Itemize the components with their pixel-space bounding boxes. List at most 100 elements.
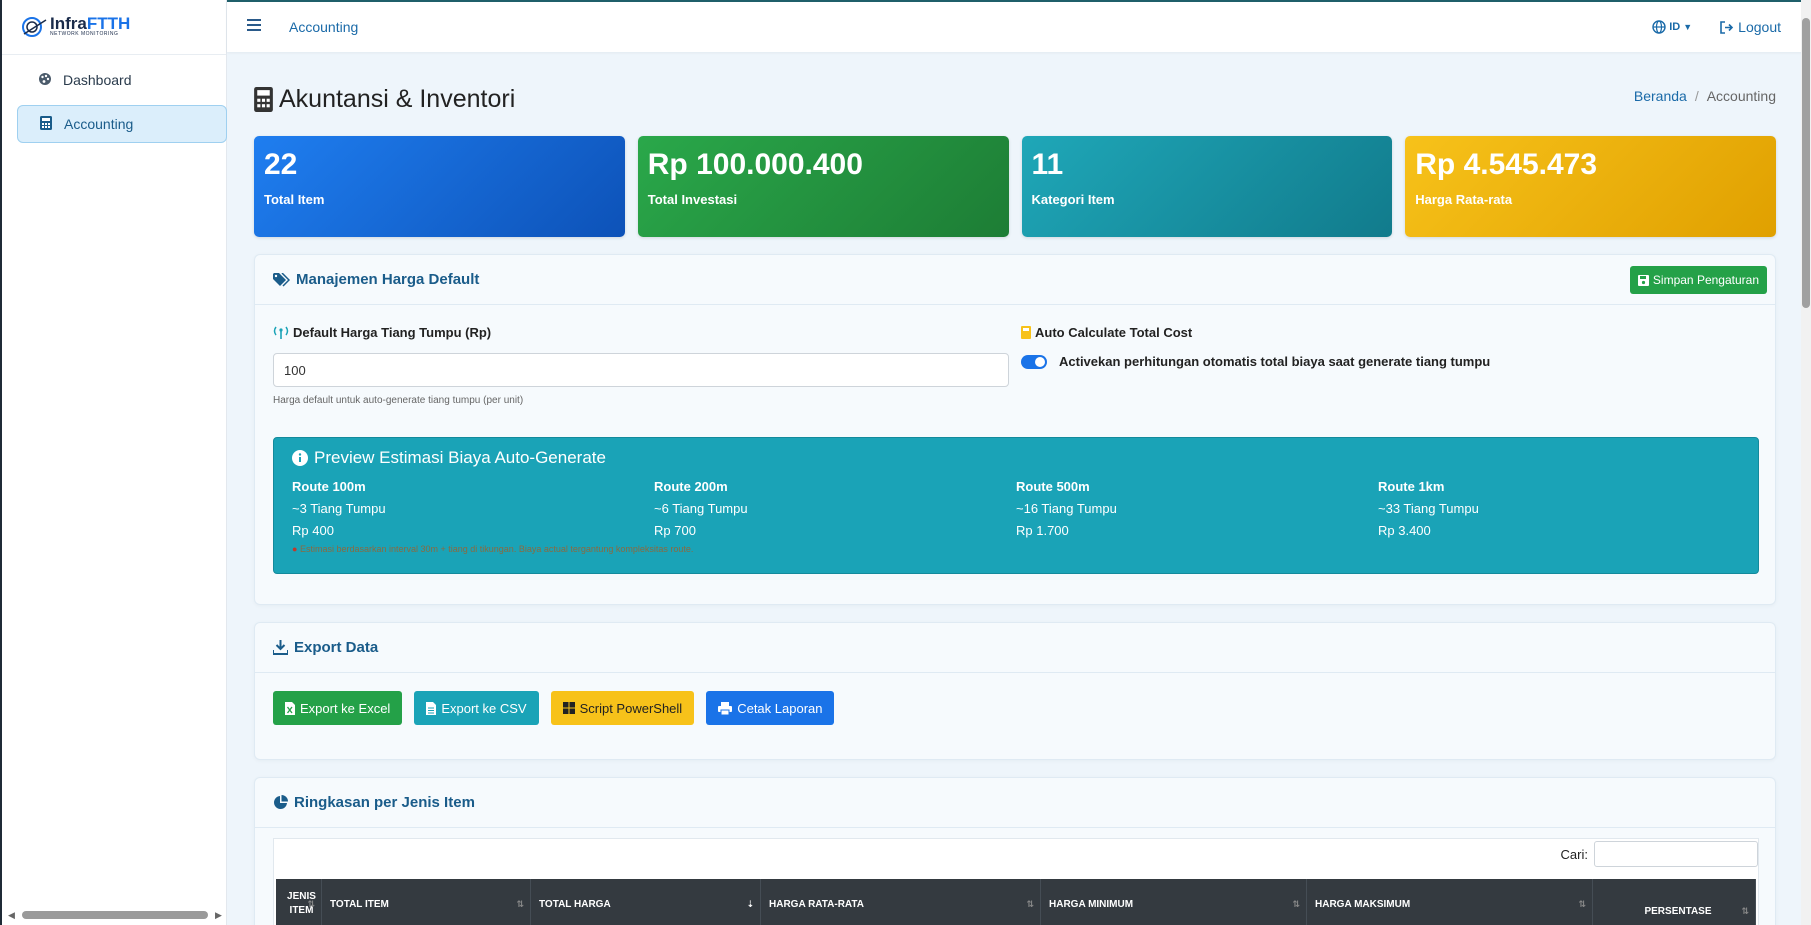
breadcrumb-current: Accounting <box>1706 88 1776 104</box>
card-title: Manajemen Harga Default <box>296 271 480 288</box>
sidebar: InfraFTTH NETWORK MONITORING Dashboard A… <box>0 0 227 925</box>
calculator-icon <box>38 115 54 133</box>
sort-icon: ⇅ <box>307 899 315 909</box>
save-settings-label: Simpan Pengaturan <box>1652 273 1759 287</box>
scrollbar-thumb[interactable] <box>1802 18 1810 308</box>
search-input[interactable] <box>1594 841 1758 867</box>
download-icon <box>273 640 288 655</box>
brand-logo[interactable]: InfraFTTH NETWORK MONITORING <box>2 0 226 55</box>
table-search: Cari: <box>1561 841 1758 867</box>
topbar: Accounting ID ▼ Logout <box>227 0 1811 52</box>
breadcrumb-home-link[interactable]: Beranda <box>1634 88 1687 104</box>
scroll-right-arrow-icon[interactable]: ▶ <box>215 910 222 921</box>
pricing-card-header: Manajemen Harga Default <box>255 255 1775 305</box>
powershell-script-label: Script PowerShell <box>579 700 683 716</box>
column-header-jenis-item[interactable]: JENIS ITEM ⇅ <box>276 879 322 925</box>
calculator-icon <box>254 87 273 112</box>
column-header-label: TOTAL HARGA <box>539 898 611 910</box>
sidebar-item-label: Accounting <box>64 116 134 132</box>
preview-note: ● Estimasi berdasarkan interval 30m + ti… <box>292 544 1740 554</box>
route-estimate-1km: Route 1km ~33 Tiang Tumpu Rp 3.400 <box>1378 476 1740 542</box>
breadcrumb: Beranda / Accounting <box>1634 88 1776 104</box>
language-dropdown[interactable]: ID ▼ <box>1652 20 1692 34</box>
stat-card-total-item: 22 Total Item <box>254 136 625 237</box>
column-header-harga-minimum[interactable]: HARGA MINIMUM ⇅ <box>1041 879 1307 925</box>
route-poles: ~33 Tiang Tumpu <box>1378 501 1479 516</box>
stat-value: 11 <box>1031 148 1064 181</box>
column-header-total-harga[interactable]: TOTAL HARGA ⇣ <box>531 879 761 925</box>
auto-calc-toggle-label: Activekan perhitungan otomatis total bia… <box>1059 354 1491 369</box>
sidebar-item-dashboard[interactable]: Dashboard <box>17 61 227 99</box>
export-csv-label: Export ke CSV <box>441 700 527 716</box>
route-name: Route 100m <box>292 479 366 494</box>
page-title-text: Akuntansi & Inventori <box>279 85 516 113</box>
cost-preview-panel: Preview Estimasi Biaya Auto-Generate Rou… <box>273 437 1759 574</box>
table-header-row: JENIS ITEM ⇅ TOTAL ITEM ⇅ TOTAL HARGA ⇣ HAR… <box>276 879 1756 925</box>
breadcrumb-separator: / <box>1694 88 1699 104</box>
hamburger-menu-icon[interactable] <box>247 18 265 36</box>
preview-note-text: Estimasi berdasarkan interval 30m + tian… <box>299 544 694 554</box>
sign-out-icon <box>1720 20 1734 34</box>
save-settings-button[interactable]: Simpan Pengaturan <box>1629 266 1767 294</box>
sort-desc-icon: ⇣ <box>746 898 754 909</box>
print-report-button[interactable]: Cetak Laporan <box>706 691 835 725</box>
route-cost: Rp 3.400 <box>1378 523 1431 538</box>
default-price-input[interactable]: 100 <box>273 353 1009 387</box>
stat-label: Harga Rata-rata <box>1415 192 1513 207</box>
sidebar-item-accounting[interactable]: Accounting <box>17 105 227 143</box>
scroll-left-arrow-icon[interactable]: ◀ <box>8 910 15 921</box>
sort-icon: ⇅ <box>516 898 524 909</box>
default-price-value: 100 <box>284 362 306 378</box>
column-header-label: HARGA MAKSIMUM <box>1315 898 1411 910</box>
auto-calc-label: Auto Calculate Total Cost <box>1021 325 1192 340</box>
column-header-persentase[interactable]: PERSENTASE ⇅ <box>1593 879 1756 925</box>
pricing-card: Manajemen Harga Default Simpan Pengatura… <box>254 254 1776 605</box>
route-estimate-100m: Route 100m ~3 Tiang Tumpu Rp 400 <box>292 476 654 542</box>
stat-value: Rp 4.545.473 <box>1415 148 1598 181</box>
chart-pie-icon <box>274 795 288 809</box>
export-excel-label: Export ke Excel <box>300 700 391 716</box>
sort-icon: ⇅ <box>1292 898 1300 909</box>
sort-icon: ⇅ <box>1741 905 1749 916</box>
main-content: Akuntansi & Inventori Beranda / Accounting… <box>254 52 1776 925</box>
preview-title: Preview Estimasi Biaya Auto-Generate <box>292 448 1740 468</box>
topbar-title-link[interactable]: Accounting <box>289 19 358 35</box>
column-header-label: HARGA RATA-RATA <box>769 898 864 910</box>
route-poles: ~3 Tiang Tumpu <box>292 501 386 516</box>
route-cost: Rp 700 <box>654 523 696 538</box>
stat-value: Rp 100.000.400 <box>647 148 863 181</box>
route-poles: ~6 Tiang Tumpu <box>654 501 748 516</box>
auto-calc-toggle[interactable] <box>1021 354 1047 369</box>
stat-label: Kategori Item <box>1031 192 1115 207</box>
print-report-label: Cetak Laporan <box>737 700 823 716</box>
stat-card-kategori-item: 11 Kategori Item <box>1021 136 1393 237</box>
export-card: Export Data Export ke Excel Export ke CS… <box>254 622 1776 760</box>
column-header-harga-rata-rata[interactable]: HARGA RATA-RATA ⇅ <box>761 879 1041 925</box>
preview-title-text: Preview Estimasi Biaya Auto-Generate <box>314 448 606 467</box>
route-name: Route 1km <box>1378 479 1445 494</box>
broadcast-tower-icon <box>273 326 289 339</box>
column-header-label: PERSENTASE <box>1644 905 1712 917</box>
page-vertical-scrollbar[interactable] <box>1801 0 1811 925</box>
search-label: Cari: <box>1560 846 1588 862</box>
print-icon <box>718 701 733 715</box>
floppy-disk-icon <box>1637 274 1649 286</box>
sidebar-horizontal-scrollbar[interactable] <box>22 911 208 919</box>
column-header-harga-maksimum[interactable]: HARGA MAKSIMUM ⇅ <box>1307 879 1593 925</box>
summary-table-container: Cari: JENIS ITEM ⇅ TOTAL ITEM ⇅ TOTAL HARG… <box>273 838 1759 925</box>
column-header-total-item[interactable]: TOTAL ITEM ⇅ <box>322 879 531 925</box>
route-estimate-200m: Route 200m ~6 Tiang Tumpu Rp 700 <box>654 476 1016 542</box>
page-title: Akuntansi & Inventori <box>254 85 515 114</box>
powershell-script-button[interactable]: Script PowerShell <box>550 691 695 725</box>
export-excel-button[interactable]: Export ke Excel <box>273 691 403 725</box>
file-excel-icon <box>285 701 295 715</box>
logo-icon <box>22 17 47 37</box>
route-cost: Rp 400 <box>292 523 334 538</box>
logout-button[interactable]: Logout <box>1720 19 1781 35</box>
map-pin-icon: ● <box>292 544 298 554</box>
export-csv-button[interactable]: Export ke CSV <box>414 691 539 725</box>
export-card-header: Export Data <box>255 623 1775 673</box>
default-price-label-text: Default Harga Tiang Tumpu (Rp) <box>293 325 492 340</box>
route-estimate-500m: Route 500m ~16 Tiang Tumpu Rp 1.700 <box>1016 476 1378 542</box>
stat-value: 22 <box>264 148 298 181</box>
